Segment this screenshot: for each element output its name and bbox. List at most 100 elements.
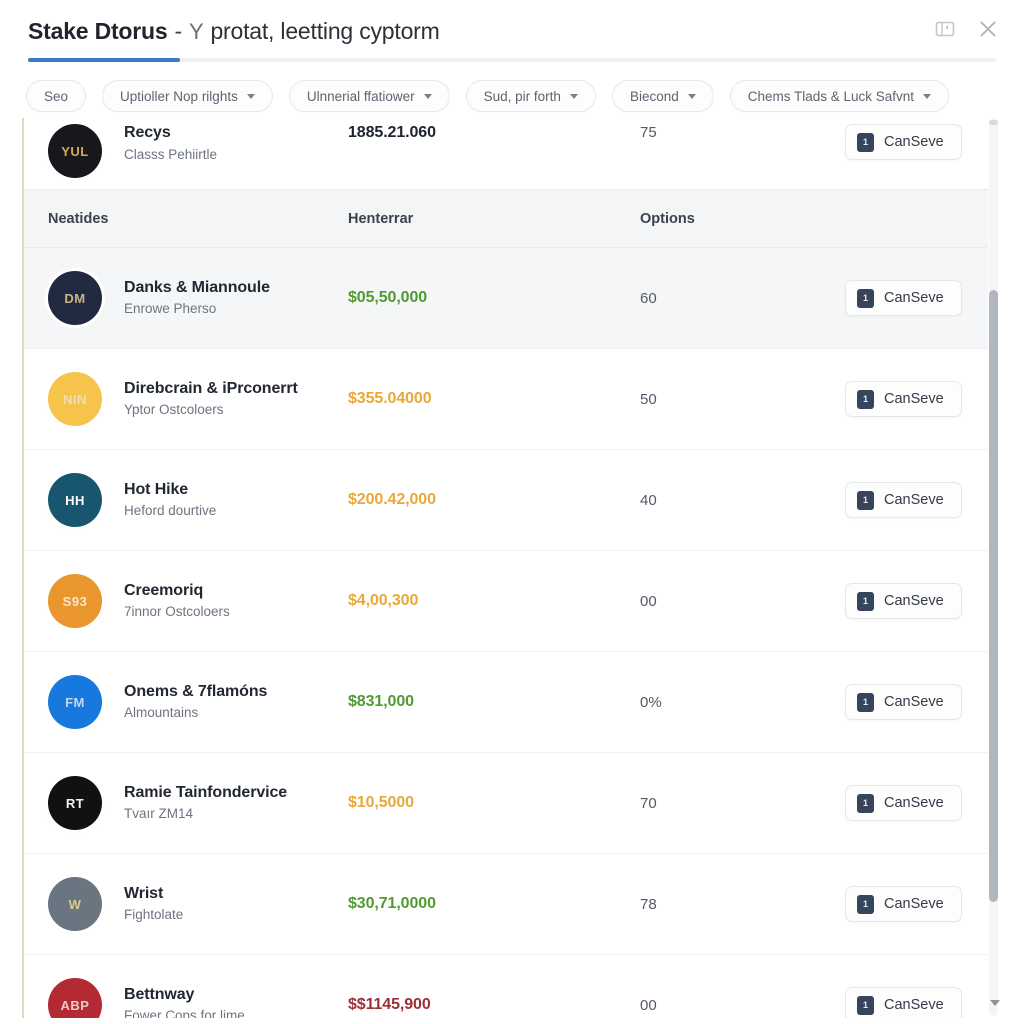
row-name-secondary: Fower Cops for lime — [124, 1008, 245, 1018]
row-name-primary: Bettnway — [124, 985, 195, 1003]
avatar: YUL — [48, 124, 102, 178]
row-action-cell: 1 CanSeve — [845, 381, 988, 417]
save-badge-icon: 1 — [857, 591, 874, 611]
table-row[interactable]: RT Ramie Tainfondervice Tvaır ZM14 $10,5000… — [24, 753, 988, 854]
row-name-secondary: Almountains — [124, 705, 199, 721]
table-row[interactable]: DM Danks & Miannoule Enrowe Pherso $05,50,0… — [24, 248, 988, 349]
row-options-cell: 0% — [640, 693, 662, 711]
avatar: NIN — [48, 372, 102, 426]
avatar-initials: RT — [65, 795, 85, 811]
column-header-1[interactable]: Henterrar — [348, 211, 640, 227]
table-row[interactable]: S93 Creemoriq 7innor Ostcoloers $4,00,300 00… — [24, 551, 988, 652]
row-name-primary: Wrist — [124, 884, 164, 902]
chevron-down-icon — [423, 93, 432, 99]
filter-chip-label: Biecond — [629, 88, 679, 104]
can-save-button[interactable]: 1 CanSeve — [845, 124, 962, 160]
filter-chip-2[interactable]: Ulnnerial ffatiower — [288, 80, 450, 112]
scrollbar-top-cap — [989, 120, 998, 125]
can-save-button[interactable]: 1 CanSeve — [845, 583, 962, 619]
close-icon[interactable] — [976, 17, 1000, 46]
avatar: ABP — [48, 978, 102, 1018]
row-name-secondary: Tvaır ZM14 — [124, 806, 194, 822]
filter-chip-1[interactable]: Uptioller Nop rilghts — [102, 80, 273, 112]
can-save-button-label: CanSeve — [884, 593, 944, 609]
avatar-initials: W — [68, 896, 82, 912]
app-window: Stake Dtorus - Y protat, leetting cyptor… — [0, 0, 1024, 1024]
save-badge-icon: 1 — [857, 490, 874, 510]
row-action-cell: 1 CanSeve — [845, 886, 988, 922]
tab-underline-active — [28, 58, 180, 62]
can-save-button[interactable]: 1 CanSeve — [845, 886, 962, 922]
can-save-button-label: CanSeve — [884, 896, 944, 912]
table-row[interactable]: NIN Direbcrain & iPrconerrt Yptor Ostcoloe… — [24, 349, 988, 450]
save-badge-icon: 1 — [857, 288, 874, 308]
can-save-button[interactable]: 1 CanSeve — [845, 785, 962, 821]
can-save-button-label: CanSeve — [884, 290, 944, 306]
save-badge-icon: 1 — [857, 995, 874, 1015]
table-row[interactable]: YUL Recys Classs Pehiirtle 1885.21.060 75 1 Ca… — [24, 118, 988, 190]
filter-chip-0[interactable]: Seo — [26, 80, 87, 112]
filter-chip-4[interactable]: Biecond — [611, 80, 714, 112]
card-badge-icon[interactable] — [934, 18, 956, 45]
chevron-down-icon — [569, 93, 578, 99]
row-action-cell: 1 CanSeve — [845, 124, 988, 160]
avatar: RT — [48, 776, 102, 830]
table-row[interactable]: FM Onems & 7flamóns Almountains $831,000 0% 1… — [24, 652, 988, 753]
avatar-initials: ABP — [60, 997, 90, 1013]
row-amount-cell: $30,71,0000 — [348, 895, 436, 912]
scroll-down-arrow-icon[interactable] — [990, 1000, 1000, 1006]
list-panel: YUL Recys Classs Pehiirtle 1885.21.060 75 1 Ca… — [22, 118, 988, 1018]
chevron-down-icon — [246, 93, 255, 99]
row-name-secondary: Classs Pehiirtle — [124, 146, 218, 162]
filter-chip-label: Ulnnerial ffatiower — [306, 88, 415, 104]
row-amount-cell: $831,000 — [348, 693, 414, 710]
row-name-secondary: Yptor Ostcoloers — [124, 402, 224, 418]
window-header: Stake Dtorus - Y protat, leetting cyptor… — [0, 0, 1024, 62]
page-title-mark: Y — [188, 18, 204, 44]
row-action-cell: 1 CanSeve — [845, 987, 988, 1018]
column-header-2[interactable]: Options — [640, 211, 845, 227]
row-amount-cell: $4,00,300 — [348, 592, 419, 609]
chevron-down-icon — [923, 93, 932, 99]
row-options-cell: 00 — [640, 996, 657, 1014]
filter-chip-5[interactable]: Chems Tlads & Luck Safvnt — [729, 80, 950, 112]
row-options-cell: 00 — [640, 592, 657, 610]
row-name-cell: Danks & Miannoule Enrowe Pherso — [124, 279, 348, 317]
row-name-cell: Creemoriq 7innor Ostcoloers — [124, 582, 348, 620]
row-action-cell: 1 CanSeve — [845, 684, 988, 720]
save-badge-icon: 1 — [857, 132, 874, 152]
filter-chip-3[interactable]: Sud, pir forth — [465, 80, 596, 112]
avatar-initials: YUL — [61, 143, 89, 159]
table-row[interactable]: ABP Bettnway Fower Cops for lime $$1145,900… — [24, 955, 988, 1018]
can-save-button[interactable]: 1 CanSeve — [845, 280, 962, 316]
save-badge-icon: 1 — [857, 793, 874, 813]
row-name-primary: Ramie Tainfondervice — [124, 783, 288, 801]
can-save-button[interactable]: 1 CanSeve — [845, 381, 962, 417]
column-header-0[interactable]: Neatides — [48, 211, 348, 227]
row-name-primary: Direbcrain & iPrconerrt — [124, 379, 298, 397]
page-title-rest: protat, leetting cyptorm — [210, 17, 440, 44]
can-save-button[interactable]: 1 CanSeve — [845, 684, 962, 720]
filter-chip-label: Chems Tlads & Luck Safvnt — [747, 88, 915, 104]
row-action-cell: 1 CanSeve — [845, 482, 988, 518]
table-row[interactable]: HH Hot Hike Heford dourtive $200.42,000 40 1 C… — [24, 450, 988, 551]
can-save-button[interactable]: 1 CanSeve — [845, 482, 962, 518]
scrollbar-thumb[interactable] — [989, 290, 998, 902]
row-name-cell: Wrist Fightolate — [124, 885, 348, 923]
table-row[interactable]: W Wrist Fightolate $30,71,0000 78 1 CanSeve — [24, 854, 988, 955]
row-name-secondary: Fightolate — [124, 907, 184, 923]
row-action-cell: 1 CanSeve — [845, 785, 988, 821]
row-options-cell: 78 — [640, 895, 657, 913]
can-save-button-label: CanSeve — [884, 391, 944, 407]
can-save-button[interactable]: 1 CanSeve — [845, 987, 962, 1018]
row-options-cell: 40 — [640, 491, 657, 509]
filter-chip-label: Sud, pir forth — [483, 88, 561, 104]
row-options-cell: 50 — [640, 390, 657, 408]
row-name-primary: Recys — [124, 124, 171, 141]
row-name-cell: Ramie Tainfondervice Tvaır ZM14 — [124, 784, 348, 822]
avatar: DM — [48, 271, 102, 325]
row-options-cell: 70 — [640, 794, 657, 812]
row-name-primary: Onems & 7flamóns — [124, 682, 268, 700]
row-amount-cell: $10,5000 — [348, 794, 414, 811]
save-badge-icon: 1 — [857, 389, 874, 409]
